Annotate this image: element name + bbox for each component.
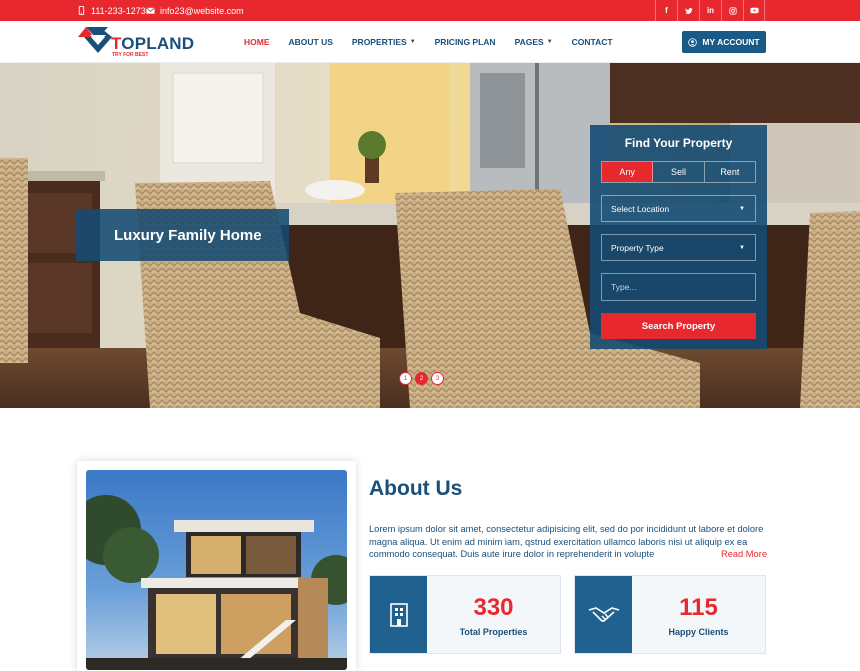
search-title: Find Your Property — [624, 136, 733, 150]
user-icon — [688, 37, 698, 47]
location-select[interactable]: Select Location ▼ — [601, 195, 756, 222]
stat-value: 330 — [473, 594, 514, 621]
slide-dot-1[interactable]: 1 — [399, 372, 412, 385]
logo-wordmark: TOPLAND — [111, 34, 195, 53]
about-image-frame — [77, 461, 356, 671]
phone-icon — [78, 6, 85, 15]
envelope-icon — [146, 7, 155, 14]
property-search-panel: Find Your Property Any Sell Rent Select … — [590, 125, 767, 349]
caret-down-icon: ▼ — [546, 39, 553, 45]
chevron-down-icon: ▼ — [739, 205, 745, 212]
top-bar: 111-233-1273 info23@website.com f in — [0, 0, 860, 21]
stat-value: 115 — [679, 594, 718, 621]
tab-rent[interactable]: Rent — [705, 162, 755, 182]
nav-item-home[interactable]: HOME — [244, 37, 270, 47]
instagram-icon[interactable] — [721, 0, 743, 21]
stat-icon-box — [575, 576, 632, 653]
caret-down-icon: ▼ — [409, 39, 416, 45]
my-account-button[interactable]: MY ACCOUNT — [682, 31, 766, 53]
nav-item-contact[interactable]: CONTACT — [572, 37, 613, 47]
facebook-icon[interactable]: f — [655, 0, 677, 21]
nav-item-pricing-plan[interactable]: PRICING PLAN — [435, 37, 496, 47]
logo-tagline: TRY FOR BEST — [112, 52, 149, 58]
search-property-button[interactable]: Search Property — [601, 313, 756, 339]
stat-icon-box — [370, 576, 427, 653]
slider-pagination: 1 2 3 — [399, 372, 444, 385]
type-input[interactable] — [601, 273, 756, 301]
main-nav: HOME ABOUT US PROPERTIES ▼ PRICING PLAN P… — [244, 21, 632, 63]
youtube-icon[interactable] — [743, 0, 765, 21]
about-house-image — [86, 470, 347, 670]
logo-mark-icon — [78, 27, 112, 53]
about-description: Lorem ipsum dolor sit amet, consectetur … — [369, 524, 764, 559]
property-type-select[interactable]: Property Type ▼ — [601, 234, 756, 261]
site-logo[interactable]: TOPLAND TRY FOR BEST — [76, 25, 194, 59]
tab-sell[interactable]: Sell — [653, 162, 705, 182]
read-more-link[interactable]: Read More — [720, 549, 767, 559]
stat-label: Happy Clients — [668, 627, 729, 637]
phone-contact[interactable]: 111-233-1273 — [77, 0, 146, 21]
slide-dot-3[interactable]: 3 — [431, 372, 444, 385]
building-icon — [389, 602, 408, 627]
twitter-icon[interactable] — [677, 0, 699, 21]
listing-type-tabs: Any Sell Rent — [601, 161, 756, 183]
main-header: TOPLAND TRY FOR BEST HOME ABOUT US PROPE… — [0, 21, 860, 63]
handshake-icon — [588, 606, 619, 622]
stat-card-happy-clients: 115 Happy Clients — [574, 575, 766, 654]
hero-slider: Luxury Family Home Find Your Property An… — [0, 63, 860, 408]
hero-caption: Luxury Family Home — [76, 209, 289, 261]
about-title: About Us — [369, 477, 463, 500]
nav-item-properties[interactable]: PROPERTIES ▼ — [352, 37, 416, 47]
stat-card-total-properties: 330 Total Properties — [369, 575, 561, 654]
email-address: info23@website.com — [160, 5, 244, 16]
linkedin-icon[interactable]: in — [699, 0, 721, 21]
slide-dot-2[interactable]: 2 — [415, 372, 428, 385]
social-links: f in — [655, 0, 765, 21]
phone-number: 111-233-1273 — [91, 5, 146, 16]
tab-any[interactable]: Any — [602, 162, 654, 182]
stat-label: Total Properties — [459, 627, 528, 637]
nav-item-about-us[interactable]: ABOUT US — [289, 37, 333, 47]
email-contact[interactable]: info23@website.com — [146, 0, 244, 21]
nav-item-pages[interactable]: PAGES ▼ — [515, 37, 553, 47]
chevron-down-icon: ▼ — [739, 244, 745, 251]
